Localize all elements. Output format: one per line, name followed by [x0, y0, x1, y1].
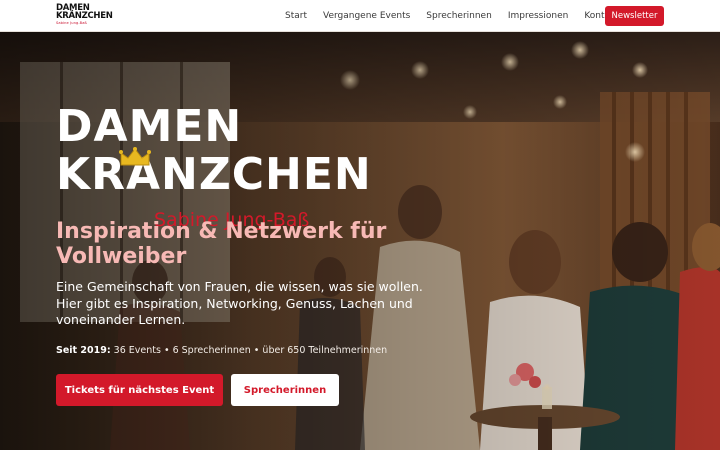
hero-logo-line-2: KRANZCHEN — [56, 149, 372, 200]
hero-stats: Seit 2019: 36 Events • 6 Sprecherinnen •… — [56, 345, 436, 356]
top-navigation: DAMEN KRÄNZCHEN Sabine Jung-Baß Start Ve… — [0, 0, 720, 32]
hero-headline: Inspiration & Netzwerk für Vollweiber — [56, 219, 387, 269]
nav-links: Start Vergangene Events Sprecherinnen Im… — [280, 0, 635, 32]
nav-item-start[interactable]: Start — [285, 11, 307, 21]
speakers-button[interactable]: Sprecherinnen — [231, 374, 339, 406]
stats-text: 36 Events • 6 Sprecherinnen • über 650 T… — [110, 345, 388, 356]
hero-logo-line-1: DAMEN — [56, 101, 243, 152]
crown-icon — [119, 147, 151, 166]
hero-logo: DAMEN KRANZCHEN Sabine Jung-Baß — [56, 101, 372, 234]
logo-line-2: KRÄNZCHEN — [56, 11, 113, 21]
newsletter-button[interactable]: Newsletter — [605, 6, 664, 26]
nav-item-past-events[interactable]: Vergangene Events — [323, 11, 410, 21]
hero-section: DAMEN KRANZCHEN Sabine Jung-Baß Inspirat… — [0, 32, 720, 450]
nav-item-impressions[interactable]: Impressionen — [508, 11, 569, 21]
logo-subtitle: Sabine Jung-Baß — [56, 21, 87, 25]
nav-item-speakers[interactable]: Sprecherinnen — [426, 11, 492, 21]
stats-label: Seit 2019: — [56, 345, 111, 356]
tickets-next-event-button[interactable]: Tickets für nächstes Event — [56, 374, 223, 406]
hero-lead-text: Eine Gemeinschaft von Frauen, die wissen… — [56, 279, 423, 327]
site-logo[interactable]: DAMEN KRÄNZCHEN Sabine Jung-Baß — [56, 4, 113, 28]
